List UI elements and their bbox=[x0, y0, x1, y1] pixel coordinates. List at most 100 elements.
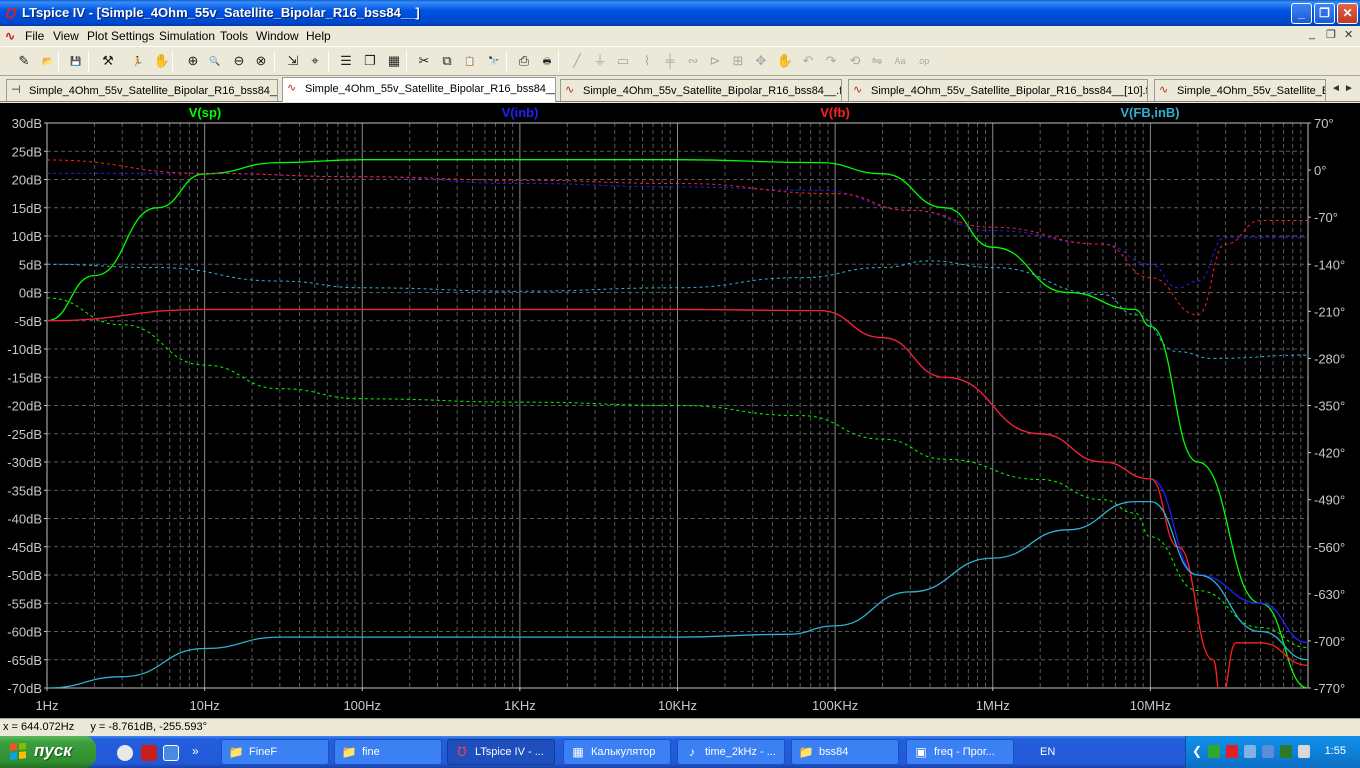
taskbar-button[interactable]: ℧ LTspice IV - ... bbox=[447, 739, 555, 765]
diode-icon[interactable]: ⊳ bbox=[705, 51, 725, 71]
resistor-icon[interactable]: ⌇ bbox=[637, 51, 657, 71]
y-tick-label: 25dB bbox=[12, 144, 42, 159]
taskbar-button-label: bss84 bbox=[819, 746, 849, 758]
network-icon[interactable] bbox=[1208, 745, 1220, 758]
move-icon[interactable]: ✥ bbox=[751, 51, 771, 71]
cut-icon[interactable]: ✂ bbox=[414, 51, 434, 71]
mirror-icon[interactable]: ⇋ bbox=[867, 51, 887, 71]
antivirus-icon[interactable] bbox=[1262, 745, 1274, 758]
wire-icon[interactable]: ╱ bbox=[567, 51, 587, 71]
taskbar-button[interactable]: ▦ Калькулятор bbox=[563, 739, 671, 765]
y-tick-label: -35dB bbox=[7, 483, 42, 498]
y-tick-label: 20dB bbox=[12, 173, 42, 188]
minimize-button[interactable]: _ bbox=[1291, 3, 1312, 24]
y-tick-label: -60dB bbox=[7, 625, 42, 640]
acrobat-icon[interactable] bbox=[141, 745, 157, 761]
tab-label: Simple_4Ohm_55v_Satellite_Bipolar_R16_bs… bbox=[29, 85, 278, 97]
taskbar-button[interactable]: ♪ time_2kHz - ... bbox=[677, 739, 785, 765]
folder-icon: 📁 bbox=[228, 745, 244, 759]
y-tick-label: -30dB bbox=[7, 455, 42, 470]
waveform-plot[interactable]: 30dB 25dB 20dB 15dB 10dB 5dB 0dB -5dB -10dB -15dB… bbox=[0, 103, 1360, 718]
tab-waveform-2[interactable]: ∿ Simple_4Ohm_55v_Satellite_Bipolar_R16_… bbox=[1154, 79, 1326, 101]
y2-tick-label: -350° bbox=[1314, 399, 1345, 414]
mdi-close-button[interactable]: ✕ bbox=[1344, 28, 1353, 41]
toolbar-separator bbox=[406, 51, 407, 71]
inductor-icon[interactable]: ∾ bbox=[683, 51, 703, 71]
cascade-icon[interactable]: ❐ bbox=[360, 51, 380, 71]
browser-icon[interactable] bbox=[163, 745, 179, 761]
tab-fft[interactable]: ∿ Simple_4Ohm_55v_Satellite_Bipolar_R16_… bbox=[560, 79, 842, 101]
tab-label: Simple_4Ohm_55v_Satellite_Bipolar_R16_bs… bbox=[583, 85, 842, 97]
tab-waveform-active[interactable]: ∿ Simple_4Ohm_55v_Satellite_Bipolar_R16_… bbox=[282, 77, 556, 102]
media-player-icon[interactable] bbox=[117, 745, 133, 761]
toolbar-separator bbox=[88, 51, 89, 71]
menu-window[interactable]: Window bbox=[256, 29, 299, 43]
tab-scroll-right-button[interactable]: ► bbox=[1344, 83, 1354, 94]
legend-vinb: V(inb) bbox=[502, 105, 539, 120]
taskbar-button[interactable]: 📁 fine bbox=[334, 739, 442, 765]
menu-file[interactable]: File bbox=[25, 29, 44, 43]
tab-scroll-left-button[interactable]: ◄ bbox=[1331, 83, 1341, 94]
undo-icon[interactable]: ↶ bbox=[798, 51, 818, 71]
menu-tools[interactable]: Tools bbox=[220, 29, 248, 43]
control-panel-icon[interactable]: ⚒ bbox=[98, 51, 118, 71]
new-schematic-icon[interactable]: ✎ bbox=[14, 51, 34, 71]
label-icon[interactable]: ▭ bbox=[613, 51, 633, 71]
copy-icon[interactable]: ⧉ bbox=[437, 51, 457, 71]
zoom-fit-icon[interactable]: 🔍 bbox=[205, 51, 225, 71]
maximize-button[interactable]: ❐ bbox=[1314, 3, 1335, 24]
language-indicator[interactable]: EN bbox=[1040, 746, 1055, 758]
print-preview-icon[interactable]: ⎙ bbox=[514, 51, 534, 71]
taskbar-button-label: Калькулятор bbox=[591, 746, 656, 758]
close-button[interactable]: ✕ bbox=[1337, 3, 1358, 24]
zoom-out-icon[interactable]: ⊖ bbox=[229, 51, 249, 71]
mdi-minimize-button[interactable]: _ bbox=[1309, 28, 1315, 40]
open-icon[interactable]: 📂 bbox=[38, 51, 58, 71]
save-icon[interactable]: 💾 bbox=[66, 51, 86, 71]
marker-icon[interactable]: ⌖ bbox=[305, 51, 325, 71]
toolbar-separator bbox=[328, 51, 329, 71]
tab-schematic[interactable]: ⊣ Simple_4Ohm_55v_Satellite_Bipolar_R16_… bbox=[6, 79, 278, 101]
tile-vertical-icon[interactable]: ▦ bbox=[384, 51, 404, 71]
mdi-restore-button[interactable]: ❐ bbox=[1326, 28, 1336, 41]
y-tick-label: 30dB bbox=[12, 116, 42, 131]
tile-horizontal-icon[interactable]: ☰ bbox=[336, 51, 356, 71]
bode-chart[interactable]: 30dB 25dB 20dB 15dB 10dB 5dB 0dB -5dB -10dB -15dB… bbox=[0, 103, 1360, 718]
window-title: LTspice IV - [Simple_4Ohm_55v_Satellite_… bbox=[22, 5, 420, 20]
zoom-cancel-icon[interactable]: ⊗ bbox=[251, 51, 271, 71]
rotate-icon[interactable]: ⟲ bbox=[845, 51, 865, 71]
tab-fft-10[interactable]: ∿ Simple_4Ohm_55v_Satellite_Bipolar_R16_… bbox=[848, 79, 1148, 101]
monitor-icon[interactable] bbox=[1298, 745, 1310, 758]
menu-simulation[interactable]: Simulation bbox=[159, 29, 215, 43]
volume-icon[interactable] bbox=[1244, 745, 1256, 758]
taskbar-button[interactable]: 📁 FineF bbox=[221, 739, 329, 765]
security-icon[interactable] bbox=[1226, 745, 1238, 758]
menu-help[interactable]: Help bbox=[306, 29, 331, 43]
mdi-waveform-icon[interactable]: ∿ bbox=[5, 29, 15, 43]
tray-expand-icon[interactable]: ❮ bbox=[1192, 744, 1202, 758]
paste-icon[interactable]: 📋 bbox=[460, 51, 480, 71]
drag-icon[interactable]: ✋ bbox=[775, 51, 795, 71]
capacitor-icon[interactable]: ╪ bbox=[660, 51, 680, 71]
autorange-icon[interactable]: ⇲ bbox=[283, 51, 303, 71]
toolbar-separator bbox=[58, 51, 59, 71]
zoom-in-icon[interactable]: ⊕ bbox=[183, 51, 203, 71]
y2-tick-label: -210° bbox=[1314, 304, 1345, 319]
halt-icon[interactable]: ✋ bbox=[152, 51, 172, 71]
menu-plot-settings[interactable]: Plot Settings bbox=[87, 29, 154, 43]
component-icon[interactable]: ⊞ bbox=[728, 51, 748, 71]
find-icon[interactable]: 🔭 bbox=[484, 51, 504, 71]
start-button[interactable]: пуск bbox=[0, 736, 96, 768]
redo-icon[interactable]: ↷ bbox=[821, 51, 841, 71]
run-icon[interactable]: 🏃 bbox=[128, 51, 148, 71]
taskbar-button[interactable]: 📁 bss84 bbox=[791, 739, 899, 765]
text-icon[interactable]: Aa bbox=[890, 51, 910, 71]
title-bar[interactable]: ℧ LTspice IV - [Simple_4Ohm_55v_Satellit… bbox=[0, 0, 1360, 26]
spice-directive-icon[interactable]: .op bbox=[913, 51, 933, 71]
update-icon[interactable] bbox=[1280, 745, 1292, 758]
taskbar-button[interactable]: ▣ freq - Прог... bbox=[906, 739, 1014, 765]
menu-view[interactable]: View bbox=[53, 29, 79, 43]
ground-icon[interactable]: ⏚ bbox=[590, 51, 610, 71]
print-icon[interactable]: 🖶 bbox=[537, 51, 557, 71]
quicklaunch-chevron[interactable]: » bbox=[192, 744, 199, 758]
